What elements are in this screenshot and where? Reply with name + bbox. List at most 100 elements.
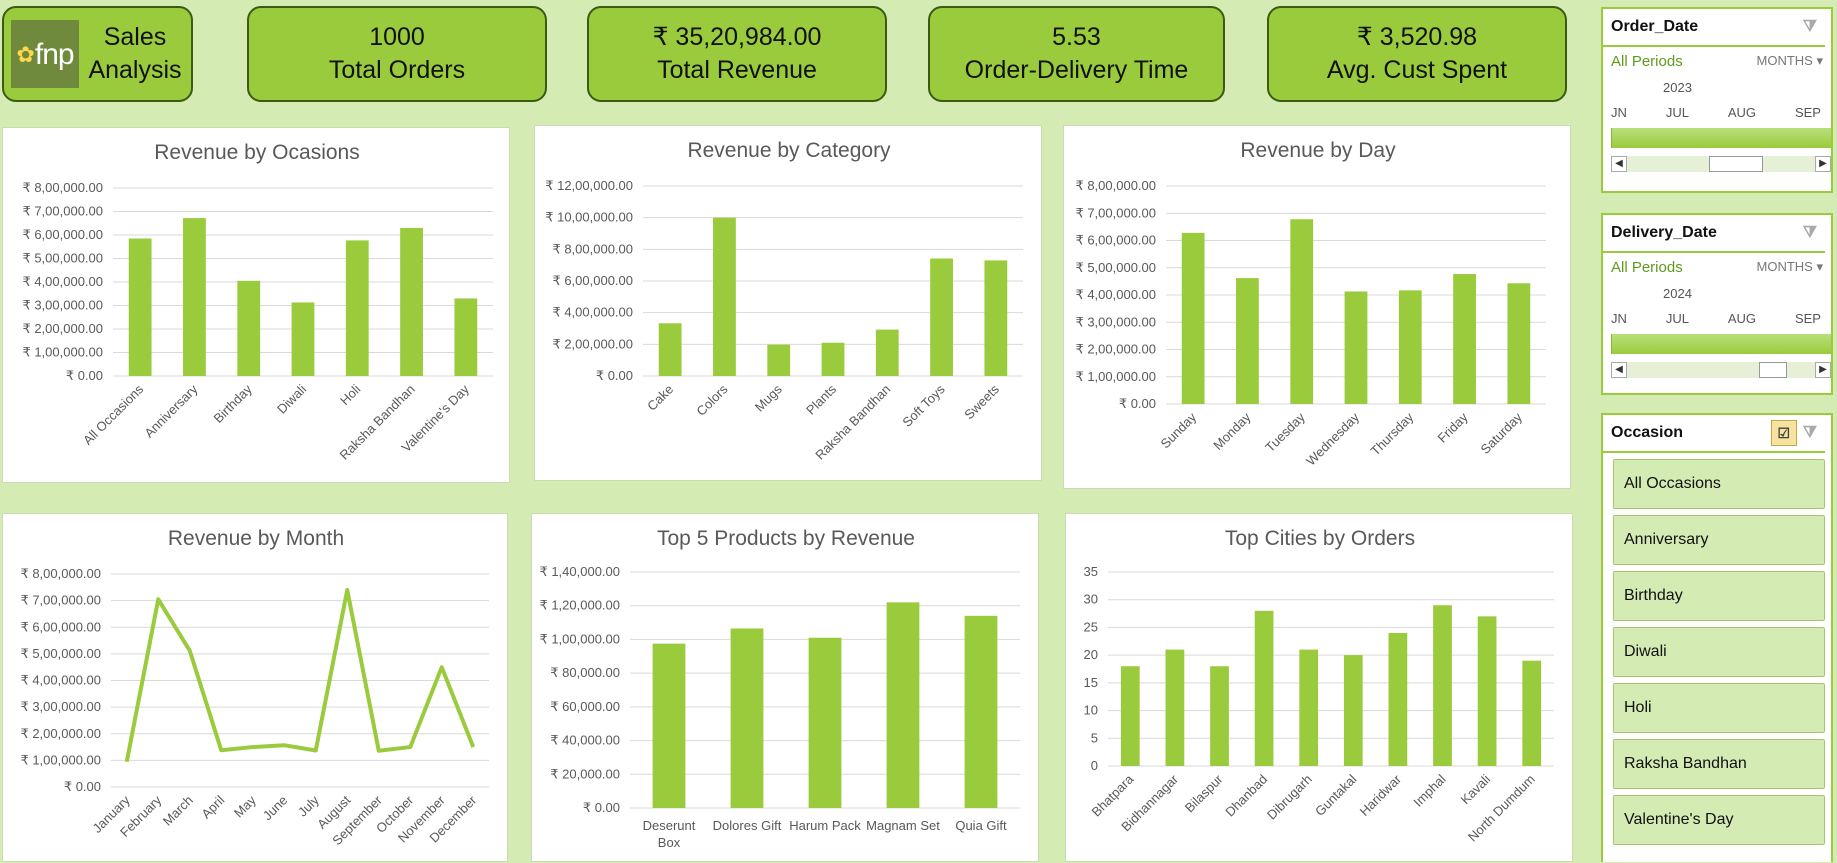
delivery-date-timeline[interactable]: Delivery_Date ⧩ All Periods MONTHS ▾ 202…	[1601, 213, 1833, 395]
kpi-order-delivery-time: 5.53 Order-Delivery Time	[928, 6, 1225, 102]
scroll-right-icon[interactable]: ▶	[1815, 362, 1831, 378]
x-tick-label: Birthday	[210, 381, 255, 426]
y-tick-label: 15	[1084, 675, 1098, 690]
y-tick-label: ₹ 4,00,000.00	[552, 305, 633, 320]
bar	[930, 258, 953, 376]
clear-filter-icon[interactable]: ⧩	[1803, 424, 1817, 442]
occasion-slicer[interactable]: Occasion ☑ ⧩ All Occasions Anniversary B…	[1601, 413, 1833, 862]
multi-select-icon[interactable]: ☑	[1770, 420, 1797, 446]
y-tick-label: ₹ 4,00,000.00	[20, 673, 101, 688]
y-tick-label: ₹ 3,00,000.00	[22, 298, 103, 313]
bar	[875, 329, 899, 376]
chart-svg: Revenue by Category ₹ 0.00 ₹ 2,00,000.00 ₹ …	[545, 139, 1023, 463]
kpi-total-revenue: ₹ 35,20,984.00 Total Revenue	[587, 6, 887, 102]
slicer-item-birthday[interactable]: Birthday	[1613, 571, 1825, 621]
clear-filter-icon[interactable]: ⧩	[1803, 224, 1817, 242]
timeline-selection-bar[interactable]	[1611, 128, 1831, 148]
bar	[1388, 632, 1408, 766]
slicer-item-holi[interactable]: Holi	[1613, 683, 1825, 733]
all-periods-label: All Periods	[1611, 259, 1683, 276]
timeline-header: Delivery_Date ⧩	[1603, 215, 1825, 253]
y-tick-label: ₹ 2,00,000.00	[1075, 342, 1156, 357]
slicer-item-diwali[interactable]: Diwali	[1613, 627, 1825, 677]
scroll-thumb[interactable]	[1759, 362, 1787, 378]
x-tick-label: Diwali	[274, 381, 309, 416]
chart-revenue-by-category[interactable]: Revenue by Category ₹ 0.00 ₹ 2,00,000.00 ₹ …	[534, 125, 1042, 481]
scroll-thumb[interactable]	[1709, 156, 1763, 172]
bar	[1254, 610, 1274, 766]
time-level-dropdown[interactable]: MONTHS ▾	[1757, 259, 1824, 276]
y-tick-label: ₹ 12,00,000.00	[545, 178, 633, 193]
bar	[886, 602, 920, 808]
y-tick-label: ₹ 4,00,000.00	[22, 274, 103, 289]
y-tick-label: ₹ 1,00,000.00	[22, 345, 103, 360]
x-tick-label: July	[295, 792, 322, 819]
order-date-timeline[interactable]: Order_Date ⧩ All Periods MONTHS ▾ 2023 J…	[1601, 7, 1833, 193]
bar	[1210, 666, 1229, 766]
x-tick-label: Wednesday	[1303, 409, 1362, 468]
slicer-item-valentines-day[interactable]: Valentine's Day	[1613, 795, 1825, 845]
x-tick-label: Friday	[1435, 409, 1471, 445]
scroll-right-icon[interactable]: ▶	[1815, 156, 1831, 172]
y-tick-label: ₹ 2,00,000.00	[552, 336, 633, 351]
y-tick-label: 5	[1091, 730, 1098, 745]
y-tick-label: ₹ 6,00,000.00	[22, 227, 103, 242]
bar	[964, 615, 998, 808]
scroll-left-icon[interactable]: ◀	[1611, 362, 1627, 378]
chart-top-cities[interactable]: Top Cities by Orders 0 5 10 15 20 25 30 35 Bhatpa…	[1065, 513, 1573, 862]
y-tick-label: ₹ 3,00,000.00	[20, 699, 101, 714]
x-tick-label: June	[260, 793, 291, 824]
all-periods-label: All Periods	[1611, 53, 1683, 70]
clear-filter-icon[interactable]: ⧩	[1803, 18, 1817, 36]
bar	[291, 302, 315, 376]
chart-title: Top Cities by Orders	[1225, 527, 1415, 550]
y-tick-label: ₹ 5,00,000.00	[20, 646, 101, 661]
y-tick-label: ₹ 5,00,000.00	[22, 251, 103, 266]
bar	[821, 342, 845, 376]
bar	[237, 280, 261, 376]
timeline-scrollbar[interactable]: ◀ ▶	[1611, 156, 1831, 172]
slicer-item-raksha-bandhan[interactable]: Raksha Bandhan	[1613, 739, 1825, 789]
y-tick-label: ₹ 40,000.00	[550, 733, 620, 748]
timeline-scrollbar[interactable]: ◀ ▶	[1611, 362, 1831, 378]
x-tick-label: Soft Toys	[899, 381, 948, 430]
x-tick-label: Plants	[803, 381, 840, 418]
x-tick-label: Kavali	[1458, 771, 1494, 807]
bar	[1398, 290, 1422, 404]
y-tick-label: ₹ 80,000.00	[550, 665, 620, 680]
chart-revenue-by-month[interactable]: Revenue by Month ₹ 0.00 ₹ 1,00,000.00 ₹ 2,0…	[2, 513, 508, 862]
chart-revenue-by-day[interactable]: Revenue by Day ₹ 0.00 ₹ 1,00,000.00 ₹ 2,00,…	[1063, 125, 1571, 489]
y-tick-label: 10	[1084, 703, 1098, 718]
chart-revenue-by-occasions[interactable]: Revenue by Ocasions ₹ 0.00 ₹ 1,00,000.00 ₹ …	[2, 127, 510, 483]
timeline-header: Order_Date ⧩	[1603, 9, 1825, 47]
x-tick-label: Guntakal	[1312, 771, 1359, 818]
x-tick-line: Deserunt	[643, 818, 696, 833]
slicer-item-anniversary[interactable]: Anniversary	[1613, 515, 1825, 565]
x-tick-label: Cake	[644, 382, 676, 414]
bar	[713, 217, 736, 376]
x-tick-label: Mugs	[752, 381, 785, 414]
timeline-selection-bar[interactable]	[1611, 334, 1831, 354]
fnp-logo: ✿ fnp	[11, 20, 79, 88]
scroll-left-icon[interactable]: ◀	[1611, 156, 1627, 172]
y-tick-label: ₹ 0.00	[1119, 396, 1156, 411]
chart-top-products[interactable]: Top 5 Products by Revenue ₹ 0.00 ₹ 20,000.…	[531, 513, 1039, 862]
timeline-year: 2024	[1663, 286, 1692, 301]
x-tick-line: Box	[658, 835, 681, 850]
y-tick-label: ₹ 8,00,000.00	[552, 241, 633, 256]
kpi-total-orders: 1000 Total Orders	[247, 6, 547, 102]
slicer-header: Occasion ☑ ⧩	[1603, 415, 1825, 453]
x-tick-label: May	[231, 792, 259, 820]
time-level-dropdown[interactable]: MONTHS ▾	[1757, 53, 1824, 70]
slicer-item-all-occasions[interactable]: All Occasions	[1613, 459, 1825, 509]
y-tick-label: 20	[1084, 647, 1098, 662]
bar	[984, 260, 1008, 376]
y-tick-label: ₹ 20,000.00	[550, 766, 620, 781]
flower-icon: ✿	[16, 41, 34, 67]
kpi-avg-cust-spent: ₹ 3,520.98 Avg. Cust Spent	[1267, 6, 1567, 102]
x-tick-label: Holi	[337, 381, 364, 408]
y-tick-label: ₹ 4,00,000.00	[1075, 287, 1156, 302]
bar	[1344, 291, 1368, 404]
y-tick-label: ₹ 8,00,000.00	[22, 180, 103, 195]
dashboard-title: Sales Analysis	[88, 23, 182, 84]
